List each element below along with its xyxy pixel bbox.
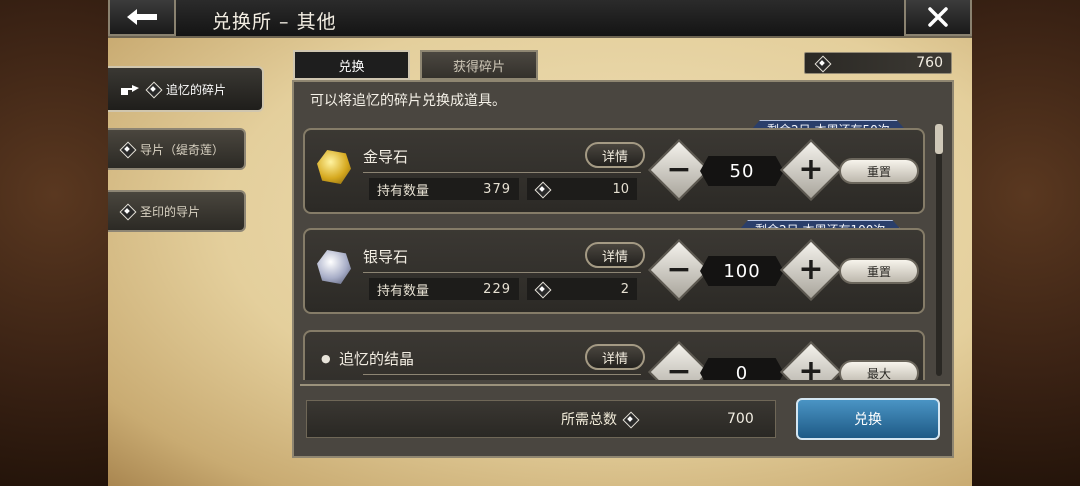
unit-cost: 2 [527, 278, 637, 300]
crystal-icon: ● [321, 352, 331, 365]
scrollbar-thumb[interactable] [935, 124, 943, 154]
minus-icon: − [666, 354, 692, 380]
shard-diamond-icon [120, 142, 134, 156]
plus-icon: + [798, 152, 824, 187]
shard-diamond-icon [815, 56, 829, 70]
exchange-button[interactable]: 兑换 [796, 398, 940, 440]
owned-quantity-label: 持有数量 [377, 283, 430, 299]
plus-icon: + [798, 252, 824, 287]
back-button[interactable] [108, 0, 176, 36]
sidebar-item-label: 导片（缇奇莲） [140, 142, 225, 157]
shard-diamond-icon [535, 182, 549, 196]
max-button[interactable]: 最大 [839, 360, 919, 380]
gold-stone-icon [317, 150, 351, 184]
item-list: 金导石 详情 持有数量 379 10 − 50 + 重置 银导石 详情 持有数量… [300, 118, 930, 380]
close-icon [928, 7, 948, 27]
total-required-bar: 所需总数 700 [306, 400, 776, 438]
reset-button[interactable]: 重置 [839, 158, 919, 184]
minus-icon: − [666, 252, 692, 287]
tab-exchange[interactable]: 兑换 [293, 50, 410, 80]
shard-diamond-icon [535, 282, 549, 296]
owned-quantity-value: 229 [483, 281, 511, 297]
scrollbar-track[interactable] [936, 126, 942, 376]
sidebar-item-memory-shards[interactable]: 追忆的碎片 [108, 66, 264, 112]
increase-button[interactable]: + [779, 340, 843, 380]
owned-quantity: 持有数量 229 [369, 278, 519, 300]
owned-quantity-label: 持有数量 [377, 183, 430, 199]
increase-button[interactable]: + [779, 238, 843, 302]
shard-diamond-icon [146, 82, 160, 96]
total-required-value: 700 [727, 411, 754, 427]
sidebar-item-label: 追忆的碎片 [166, 82, 227, 97]
sidebar-item-label: 圣印的导片 [140, 204, 201, 219]
page-title: 兑换所 – 其他 [212, 11, 337, 33]
tab-get-shards[interactable]: 获得碎片 [420, 50, 538, 80]
currency-value: 760 [916, 55, 943, 71]
right-bezel [972, 0, 1080, 486]
close-button[interactable] [904, 0, 972, 36]
sidebar-item-guide-shards[interactable]: 导片（缇奇莲） [108, 128, 246, 170]
list-item: 金导石 详情 持有数量 379 10 − 50 + 重置 [303, 128, 925, 214]
increase-button[interactable]: + [779, 138, 843, 202]
quantity-value: 100 [700, 256, 784, 286]
list-item: ● 追忆的结晶 详情 − 0 + 最大 [303, 330, 925, 380]
owned-quantity: 持有数量 379 [369, 178, 519, 200]
unit-cost: 10 [527, 178, 637, 200]
divider [363, 172, 641, 173]
shard-diamond-icon [623, 412, 637, 426]
details-button[interactable]: 详情 [585, 344, 645, 370]
description-text: 可以将追忆的碎片兑换成道具。 [310, 93, 506, 109]
details-button[interactable]: 详情 [585, 142, 645, 168]
unit-cost-value: 2 [620, 281, 629, 297]
pointing-hand-icon [121, 85, 139, 95]
plus-icon: + [798, 354, 824, 380]
unit-cost-value: 10 [612, 181, 629, 197]
item-name: 银导石 [363, 248, 409, 266]
sidebar-item-seal-guide[interactable]: 圣印的导片 [108, 190, 246, 232]
total-required-label: 所需总数 [561, 412, 617, 428]
list-item: 银导石 详情 持有数量 229 2 − 100 + 重置 [303, 228, 925, 314]
item-name: 金导石 [363, 148, 409, 166]
left-bezel [0, 0, 108, 486]
divider [363, 374, 641, 375]
shard-diamond-icon [120, 204, 134, 218]
silver-stone-icon [317, 250, 351, 284]
item-name: 追忆的结晶 [339, 350, 415, 368]
quantity-value: 50 [700, 156, 784, 186]
back-arrow-icon [127, 9, 157, 25]
reset-button[interactable]: 重置 [839, 258, 919, 284]
divider [363, 272, 641, 273]
quantity-value: 0 [700, 358, 784, 380]
footer-divider [300, 384, 950, 386]
details-button[interactable]: 详情 [585, 242, 645, 268]
currency-display: 760 [804, 52, 952, 74]
owned-quantity-value: 379 [483, 181, 511, 197]
minus-icon: − [666, 152, 692, 187]
